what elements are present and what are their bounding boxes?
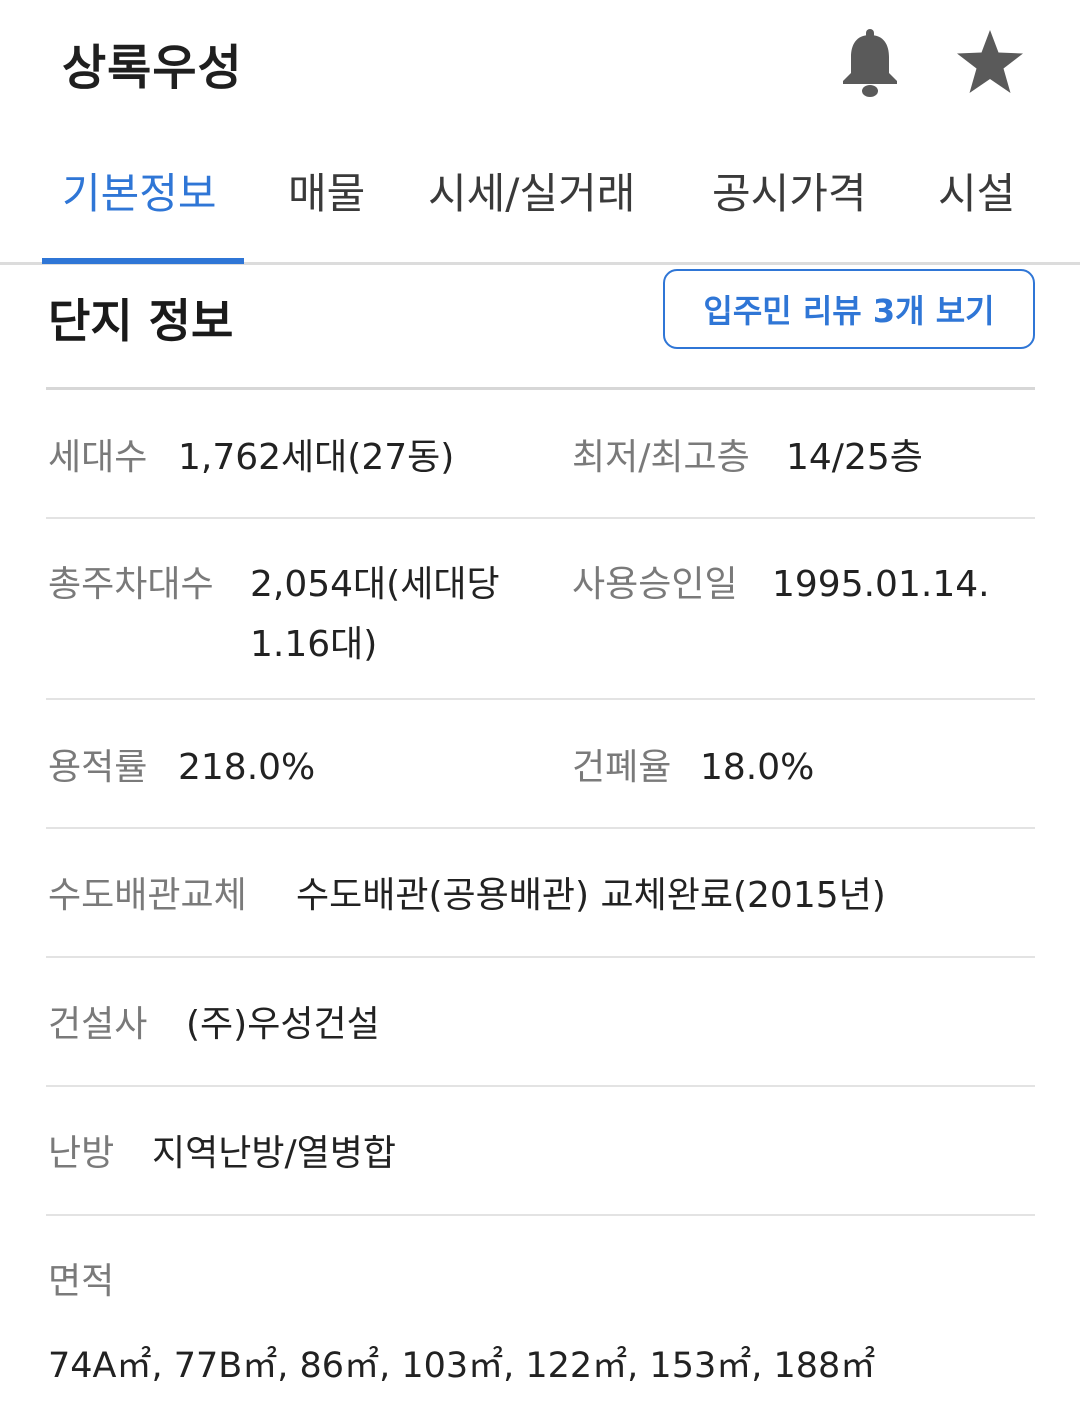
divider	[46, 1214, 1035, 1216]
pipe-replacement-value: 수도배관(공용배관) 교체완료(2015년)	[296, 875, 886, 916]
divider	[46, 517, 1035, 519]
section-title: 단지 정보	[48, 294, 234, 348]
parking-value-line1: 2,054대(세대당	[250, 564, 500, 605]
divider	[46, 698, 1035, 700]
tab-official-price[interactable]: 공시가격	[712, 160, 867, 221]
heating-value: 지역난방/열병합	[152, 1133, 396, 1174]
builder-value: (주)우성건설	[186, 1004, 380, 1045]
building-coverage-label: 건폐율	[572, 747, 672, 788]
page-title: 상록우성	[62, 40, 243, 96]
floors-value: 14/25층	[786, 437, 923, 478]
floor-area-ratio-value: 218.0%	[178, 747, 316, 788]
households-label: 세대수	[48, 437, 148, 478]
approval-date-value: 1995.01.14.	[772, 564, 990, 605]
tab-listings[interactable]: 매물	[288, 160, 365, 221]
floors-label: 최저/최고층	[572, 437, 750, 478]
tab-price-transactions[interactable]: 시세/실거래	[428, 160, 635, 221]
area-value: 74A㎡, 77B㎡, 86㎡, 103㎡, 122㎡, 153㎡, 188㎡	[48, 1346, 876, 1386]
tab-basic-info[interactable]: 기본정보	[62, 160, 217, 221]
favorite-button[interactable]	[950, 22, 1030, 102]
resident-review-button[interactable]: 입주민 리뷰 3개 보기	[663, 269, 1035, 349]
pipe-replacement-label: 수도배관교체	[48, 875, 247, 916]
bell-icon	[843, 29, 897, 97]
divider	[46, 956, 1035, 958]
floor-area-ratio-label: 용적률	[48, 747, 148, 788]
heating-label: 난방	[48, 1133, 115, 1174]
notification-button[interactable]	[830, 22, 910, 102]
tab-bar: 기본정보 매물 시세/실거래 공시가격 시설	[0, 130, 1080, 265]
active-tab-indicator	[42, 258, 244, 264]
app-header: 상록우성	[0, 0, 1080, 125]
divider	[46, 387, 1035, 390]
divider	[46, 827, 1035, 829]
approval-date-label: 사용승인일	[572, 564, 738, 605]
builder-label: 건설사	[48, 1004, 148, 1045]
parking-label: 총주차대수	[48, 564, 214, 605]
households-value: 1,762세대(27동)	[178, 437, 455, 478]
building-coverage-value: 18.0%	[700, 747, 815, 788]
tab-facilities[interactable]: 시설	[938, 160, 1015, 221]
area-label: 면적	[48, 1261, 115, 1302]
parking-value-line2: 1.16대)	[250, 624, 378, 665]
divider	[46, 1085, 1035, 1087]
complex-info-header: 단지 정보 입주민 리뷰 3개 보기	[0, 265, 1080, 390]
star-icon	[957, 30, 1023, 93]
